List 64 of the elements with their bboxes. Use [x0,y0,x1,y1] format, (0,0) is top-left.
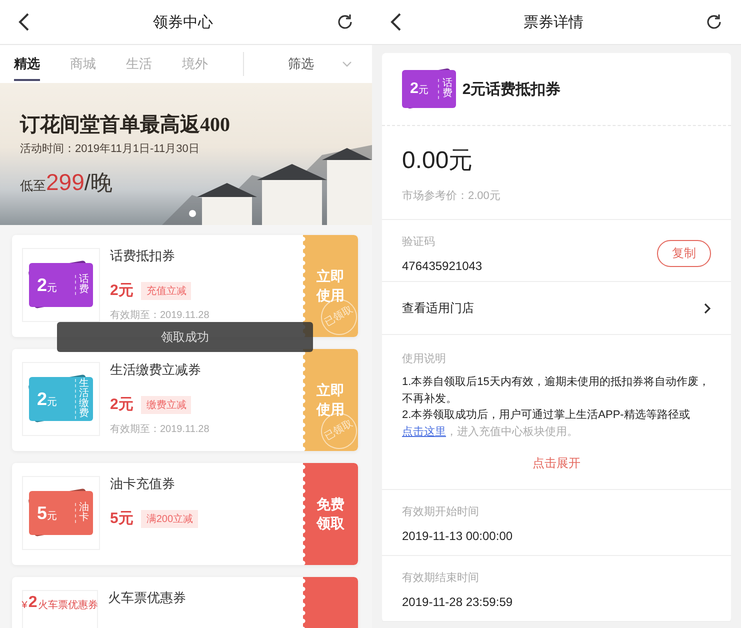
coupon-action-button[interactable]: 免费领取 [303,463,358,565]
ticket-value: 2元 [410,80,430,98]
chevron-right-icon [704,302,711,314]
category-tab[interactable]: 生活 [126,47,152,81]
banner-headline: 订花间堂首单最高返400 [20,112,230,138]
toast-message: 领取成功 [57,322,313,352]
coupon-price: 2元 [110,395,134,414]
ticket-value: 2元 [37,388,58,410]
refresh-button[interactable] [705,13,723,31]
copy-button[interactable]: 复制 [657,240,711,267]
field-label: 验证码 [402,235,436,249]
coupon-name: 2元话费抵扣券 [462,80,561,98]
ticket-value: 2元 [37,274,58,296]
coupon-action-button[interactable]: 立即使用 已领取 [303,235,358,337]
coupon-title: 话费抵扣券 [110,247,175,265]
chevron-down-icon [342,61,352,67]
stores-link[interactable]: 查看适用门店 [402,282,711,334]
expand-button[interactable]: 点击展开 [526,454,586,473]
ticket-value: 2 [28,595,38,611]
click-here-link[interactable]: 点击这里 [402,426,446,438]
validity-time: 2019-11-13 00:00:00 [402,529,513,543]
coupon-price: 2元 [110,281,134,300]
back-button[interactable] [18,13,30,31]
category-tab[interactable]: 商城 [70,47,96,81]
coupon-expiry: 有效期至：2019.11.28 [110,308,210,322]
ticket-label: 油卡 [75,503,89,523]
category-tab[interactable]: 境外 [182,47,208,81]
market-price: 市场参考价：2.00元 [402,188,500,203]
ticket-value: 5元 [37,502,58,524]
back-icon [18,13,30,31]
promo-banner[interactable]: 订花间堂首单最高返400 活动时间：2019年11月1日-11月30日 低至299/晚 [0,83,372,225]
coupon-tag: 满200立减 [141,510,198,528]
back-icon [390,13,402,31]
ticket-label: 火车票优惠券 [38,600,98,611]
banner-period: 活动时间：2019年11月1日-11月30日 [20,142,200,156]
coupon-title: 火车票优惠券 [108,589,186,607]
category-tab[interactable]: 精选 [14,47,40,81]
coupon-title: 生活缴费立减券 [110,361,201,379]
refresh-icon [336,13,354,31]
refresh-button[interactable] [336,13,354,31]
field-label: 有效期开始时间 [402,505,479,519]
refresh-icon [705,13,723,31]
ticket-currency: ¥ [22,600,28,611]
coupon-tag: 充值立减 [141,282,192,300]
filter-dropdown[interactable]: 筛选 [282,54,358,74]
page-title: 票券详情 [524,12,584,32]
instructions-text: 1.本券自领取后15天内有效，逾期未使用的抵扣券将自动作废，不再补发。 2.本券领取成功后，用户可通过掌上生活APP-精选等路径或 点击这里，进入充值中心板块使用。 [402,374,710,440]
ticket-label: 生活缴费 [75,379,89,419]
ticket-label: 话费 [438,78,452,99]
coupon-tag: 缴费立减 [141,396,192,414]
coupon-price: 5元 [110,509,134,528]
section-label: 使用说明 [402,352,446,366]
coupon-title: 油卡充值券 [110,475,175,493]
validity-time: 2019-11-28 23:59:59 [402,595,513,609]
verification-code: 476435921043 [402,259,482,273]
banner-price: 低至299/晚 [20,168,112,197]
coupon-expiry: 有效期至：2019.11.28 [110,422,210,436]
coupon-action-button[interactable]: 立即使用 已领取 [303,349,358,451]
ticket-label: 话费 [75,275,89,295]
page-title: 领券中心 [153,12,213,32]
carousel-dot [189,210,196,217]
back-button[interactable] [390,13,402,31]
field-label: 有效期结束时间 [402,571,479,585]
coupon-price: 0.00元 [402,146,473,176]
